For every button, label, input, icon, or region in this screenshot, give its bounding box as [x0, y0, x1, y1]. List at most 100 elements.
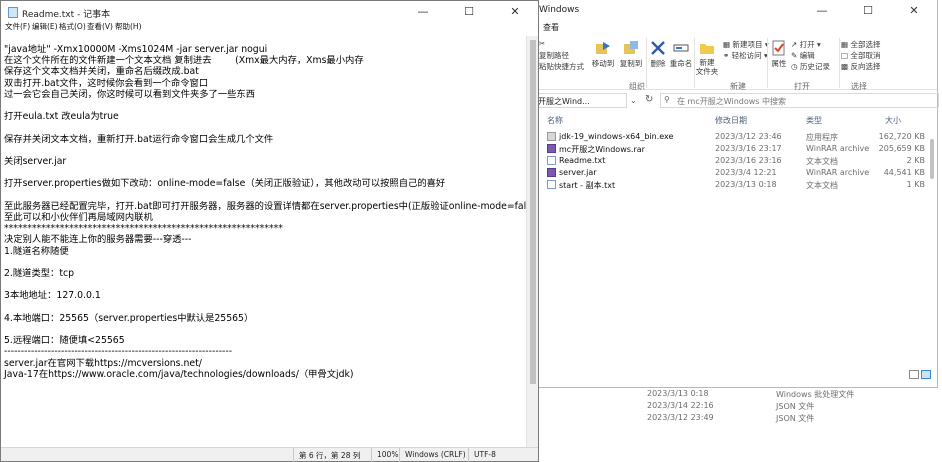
history-icon: ◷	[791, 62, 800, 71]
scrollbar-thumb[interactable]	[930, 139, 934, 179]
text-line: 3本地地址：127.0.0.1	[4, 290, 101, 302]
column-header-type[interactable]: 类型	[806, 115, 822, 126]
text-line: 打开eula.txt 改eula为true	[4, 111, 119, 123]
explorer-scrollbar[interactable]	[927, 127, 937, 382]
select-all-button[interactable]: ▦ 全部选择	[841, 39, 880, 50]
text-line: 过一会它会自己关闭，你这时候可以看到文件夹多了一些东西	[4, 88, 256, 100]
text-line: 双击打开.bat文件，这时候你会看到一个命令窗口	[4, 77, 209, 89]
select-none-button[interactable]: □ 全部取消	[841, 50, 880, 61]
rename-icon	[673, 44, 689, 52]
menu-view[interactable]: 查看(V)	[87, 21, 113, 32]
jar-icon	[547, 168, 556, 177]
search-icon: ⚲	[664, 95, 670, 104]
details-view-icon[interactable]	[909, 370, 919, 379]
text-line: 5.远程端口：随便填<25565	[4, 335, 125, 347]
maximize-icon[interactable]: ☐	[845, 0, 891, 22]
rename-button[interactable]: 重命名	[669, 40, 693, 69]
notepad-scrollbar[interactable]	[526, 36, 538, 448]
table-row[interactable]: Readme.txt 2023/3/16 23:16 文本文档 2 KB	[533, 156, 937, 168]
menu-help[interactable]: 帮助(H)	[115, 21, 142, 32]
encoding: UTF-8	[474, 450, 496, 459]
text-line: ----------------------------------------…	[4, 346, 233, 358]
minimize-icon[interactable]: —	[799, 0, 845, 22]
close-icon[interactable]: ✕	[492, 1, 538, 23]
easy-access-icon: ⚭	[723, 51, 732, 60]
scrollbar-thumb[interactable]	[530, 40, 536, 384]
search-input[interactable]: 在 mc开服之Windows 中搜索	[660, 93, 939, 108]
notepad-window: Readme.txt - 记事本 — ☐ ✕ 文件(F) 编辑(E) 格式(O)…	[0, 0, 539, 462]
line-ending: Windows (CRLF)	[405, 450, 466, 459]
column-header-row: 名称 修改日期 类型 大小	[533, 113, 937, 127]
explorer-titlebar[interactable]: Windows — ☐ ✕	[533, 0, 937, 22]
new-item-button[interactable]: ▦ 新建项目 ▾	[723, 39, 769, 50]
tab-view[interactable]: 查看	[543, 22, 559, 33]
file-explorer-window: Windows — ☐ ✕ 查看 ✂ 复制路径 粘贴快捷方式 移动到 复制到 删…	[532, 0, 939, 388]
easy-access-button[interactable]: ⚭ 轻松访问 ▾	[723, 50, 768, 61]
text-line: "java地址" -Xmx10000M -Xms1024M -jar serve…	[4, 44, 268, 55]
text-line: 关闭server.jar	[4, 156, 67, 167]
view-toggle	[907, 364, 931, 383]
group-label-new: 新建	[730, 82, 746, 91]
text-line: 至此可以和小伙伴们再局域网内联机	[4, 212, 153, 223]
menu-format[interactable]: 格式(O)	[59, 21, 86, 32]
refresh-icon[interactable]: ↻	[645, 94, 653, 105]
maximize-icon[interactable]: ☐	[446, 1, 492, 23]
menu-edit[interactable]: 编辑(E)	[32, 21, 58, 32]
exe-icon	[547, 132, 556, 141]
status-bar: 第 6 行，第 28 列 100% Windows (CRLF) UTF-8	[1, 447, 538, 462]
table-row[interactable]: mc开服之Windows.rar 2023/3/16 23:17 WinRAR …	[533, 144, 937, 156]
edit-button[interactable]: ✎ 编辑	[791, 50, 815, 61]
text-line: 在这个文件所在的文件新建一个文本文档 复制进去 (Xmx最大内存，Xms最小内存	[4, 55, 364, 67]
copy-path-button[interactable]: 复制路径	[539, 50, 569, 61]
notepad-titlebar[interactable]: Readme.txt - 记事本 — ☐ ✕	[1, 1, 538, 23]
column-header-date[interactable]: 修改日期	[715, 115, 747, 126]
properties-icon	[772, 40, 785, 56]
group-label-open: 打开	[794, 82, 810, 91]
column-header-size[interactable]: 大小	[885, 115, 901, 126]
edit-icon: ✎	[791, 51, 800, 60]
text-line: 保存这个文本文档并关闭，重命名后缀改成.bat	[4, 66, 199, 78]
move-to-icon	[596, 42, 610, 54]
group-label-organize: 组织	[629, 82, 645, 91]
move-to-button[interactable]: 移动到	[589, 40, 617, 69]
invert-selection-button[interactable]: ▩ 反向选择	[841, 61, 880, 72]
text-line: 1.隧道名称随便	[4, 245, 69, 257]
explorer-ribbon: ✂ 复制路径 粘贴快捷方式 移动到 复制到 删除 重命名 新建 文件夹 ▦ 新建…	[533, 36, 937, 91]
explorer-menu: 查看	[533, 22, 937, 36]
copy-to-button[interactable]: 复制到	[617, 40, 645, 69]
group-label-select: 选择	[851, 82, 867, 91]
text-line: Java-17在https://www.oracle.com/java/tech…	[4, 368, 354, 380]
text-line: 4.本地端口：25565（server.properties中默认是25565）	[4, 312, 254, 324]
paste-shortcut-button[interactable]: 粘贴快捷方式	[539, 61, 584, 72]
delete-icon	[651, 41, 665, 55]
open-button[interactable]: ↗ 打开 ▾	[791, 39, 821, 50]
text-line: 决定别人能不能连上你的服务器需要---穿透---	[4, 234, 192, 246]
close-icon[interactable]: ✕	[891, 0, 937, 22]
column-header-name[interactable]: 名称	[547, 115, 563, 126]
open-icon: ↗	[791, 40, 800, 49]
text-line: 至此服务器已经配置完毕，打开.bat即可打开服务器，服务器的设置详情都在serv…	[4, 200, 527, 212]
minimize-icon[interactable]: —	[400, 1, 446, 23]
table-row[interactable]: start - 副本.txt 2023/3/13 0:18 文本文档 1 KB	[533, 180, 937, 192]
address-bar[interactable]: 开服之Wind...	[533, 93, 627, 108]
txt-icon	[547, 180, 556, 189]
delete-button[interactable]: 删除	[647, 40, 669, 69]
chevron-down-icon[interactable]: ⌄	[630, 96, 637, 105]
notepad-title: Readme.txt - 记事本	[22, 10, 111, 20]
menu-file[interactable]: 文件(F)	[5, 21, 30, 32]
table-row[interactable]: server.jar 2023/3/4 12:21 WinRAR archive…	[533, 168, 937, 180]
text-line: ****************************************…	[4, 223, 283, 235]
text-line: 2.隧道类型：tcp	[4, 268, 75, 279]
large-icons-view-icon[interactable]	[921, 370, 931, 379]
new-folder-button[interactable]: 新建 文件夹	[693, 40, 721, 76]
list-item[interactable]: 2023/3/12 23:49 JSON 文件	[540, 413, 942, 426]
new-folder-icon	[700, 44, 714, 54]
properties-button[interactable]: 属性	[768, 40, 790, 69]
rar-icon	[547, 144, 556, 153]
cut-icon[interactable]: ✂	[539, 39, 545, 48]
address-bar-row: 开服之Wind... ⌄ ↻ 在 mc开服之Windows 中搜索 ⚲	[533, 92, 939, 110]
table-row[interactable]: jdk-19_windows-x64_bin.exe 2023/3/12 23:…	[533, 132, 937, 144]
explorer-title: Windows	[539, 5, 580, 15]
history-button[interactable]: ◷ 历史记录	[791, 61, 830, 72]
text-editor[interactable]: "java地址" -Xmx10000M -Xms1024M -jar serve…	[1, 36, 527, 448]
